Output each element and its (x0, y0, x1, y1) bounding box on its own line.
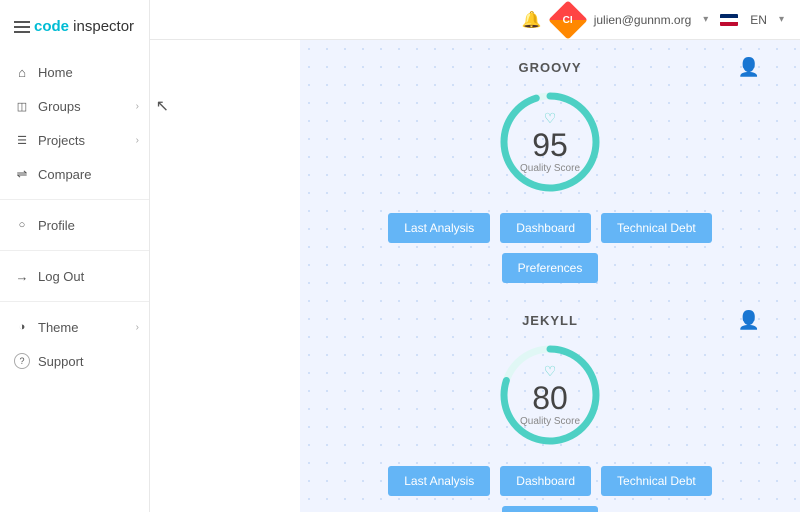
sidebar-divider-2 (0, 250, 149, 251)
profile-icon (14, 217, 30, 233)
logout-icon (14, 268, 30, 284)
preferences-button-groovy[interactable]: Preferences (502, 253, 599, 283)
score-container-jekyll: ♡ 80 Quality Score (340, 340, 760, 450)
sidebar-label-groups: Groups (38, 99, 81, 114)
sidebar-label-home: Home (38, 65, 73, 80)
project-user-icon[interactable]: 👤 (738, 57, 760, 78)
project-title-row-jekyll: JEKYLL 👤 (340, 313, 760, 328)
sidebar-label-support: Support (38, 354, 84, 369)
brand-logo: CI (554, 6, 582, 34)
language-selector[interactable]: EN (750, 13, 767, 27)
project-name-jekyll: JEKYLL (522, 313, 578, 328)
flag-icon (720, 14, 738, 26)
project-name-groovy: GROOVY (518, 60, 581, 75)
score-label-groovy: Quality Score (520, 163, 580, 174)
dashboard-button-jekyll[interactable]: Dashboard (500, 466, 591, 496)
cursor: ↖ (156, 96, 169, 116)
logo-code: code (34, 18, 69, 35)
sidebar-nav: Home Groups › ↖ Projects › Compare Profi… (0, 51, 149, 512)
header: 🔔 CI julien@gunnm.org ▾ EN ▾ (150, 0, 800, 40)
chevron-right-icon: › (136, 322, 139, 333)
logo-rest: inspector (69, 18, 134, 35)
user-dropdown-icon[interactable]: ▾ (703, 14, 708, 25)
chevron-right-icon: › (136, 135, 139, 146)
theme-icon (14, 319, 30, 335)
hamburger-icon[interactable] (14, 21, 30, 33)
sidebar-label-projects: Projects (38, 133, 85, 148)
lang-dropdown-icon[interactable]: ▾ (779, 14, 784, 25)
sidebar-item-theme[interactable]: Theme › (0, 310, 149, 344)
last-analysis-button-groovy[interactable]: Last Analysis (388, 213, 490, 243)
project-title-row-groovy: GROOVY 👤 (340, 60, 760, 75)
project-user-icon-jekyll[interactable]: 👤 (738, 310, 760, 331)
sidebar-item-home[interactable]: Home (0, 55, 149, 89)
dashboard-button-groovy[interactable]: Dashboard (500, 213, 591, 243)
sidebar-label-profile: Profile (38, 218, 75, 233)
sidebar-label-logout: Log Out (38, 269, 84, 284)
score-value-jekyll: 80 (532, 382, 568, 414)
diamond-logo-icon: CI (548, 0, 588, 39)
projects-icon (14, 132, 30, 148)
logo: code inspector (0, 10, 149, 51)
score-circle-groovy: ♡ 95 Quality Score (495, 87, 605, 197)
sidebar-item-support[interactable]: Support (0, 344, 149, 378)
score-value-groovy: 95 (532, 129, 568, 161)
chevron-right-icon: › (136, 101, 139, 112)
sidebar-item-profile[interactable]: Profile (0, 208, 149, 242)
sidebar-item-compare[interactable]: Compare (0, 157, 149, 191)
score-circle-jekyll: ♡ 80 Quality Score (495, 340, 605, 450)
main-content: GROOVY 👤 ♡ 95 Quality Score Last Analysi… (300, 40, 800, 512)
heart-icon-groovy: ♡ (544, 110, 557, 127)
sidebar-divider (0, 199, 149, 200)
user-email[interactable]: julien@gunnm.org (594, 13, 692, 27)
sidebar-divider-3 (0, 301, 149, 302)
score-label-jekyll: Quality Score (520, 416, 580, 427)
sidebar-item-groups[interactable]: Groups › ↖ (0, 89, 149, 123)
logo-text: code inspector (34, 18, 134, 35)
sidebar-item-projects[interactable]: Projects › (0, 123, 149, 157)
compare-icon (14, 166, 30, 182)
technical-debt-button-jekyll[interactable]: Technical Debt (601, 466, 712, 496)
sidebar-label-compare: Compare (38, 167, 91, 182)
sidebar-item-logout[interactable]: Log Out (0, 259, 149, 293)
project-card-jekyll: JEKYLL 👤 ♡ 80 Quality Score Last Analysi… (340, 313, 760, 512)
technical-debt-button-groovy[interactable]: Technical Debt (601, 213, 712, 243)
sidebar: code inspector Home Groups › ↖ Projects … (0, 0, 150, 512)
notification-bell-icon[interactable]: 🔔 (522, 10, 542, 30)
score-container-groovy: ♡ 95 Quality Score (340, 87, 760, 197)
support-icon (14, 353, 30, 369)
last-analysis-button-jekyll[interactable]: Last Analysis (388, 466, 490, 496)
heart-icon-jekyll: ♡ (544, 363, 557, 380)
sidebar-label-theme: Theme (38, 320, 78, 335)
project-card-groovy: GROOVY 👤 ♡ 95 Quality Score Last Analysi… (340, 60, 760, 283)
action-buttons-jekyll: Last Analysis Dashboard Technical Debt P… (340, 466, 760, 512)
home-icon (14, 64, 30, 80)
action-buttons-groovy: Last Analysis Dashboard Technical Debt P… (340, 213, 760, 283)
preferences-button-jekyll[interactable]: Preferences (502, 506, 599, 512)
groups-icon (14, 98, 30, 114)
